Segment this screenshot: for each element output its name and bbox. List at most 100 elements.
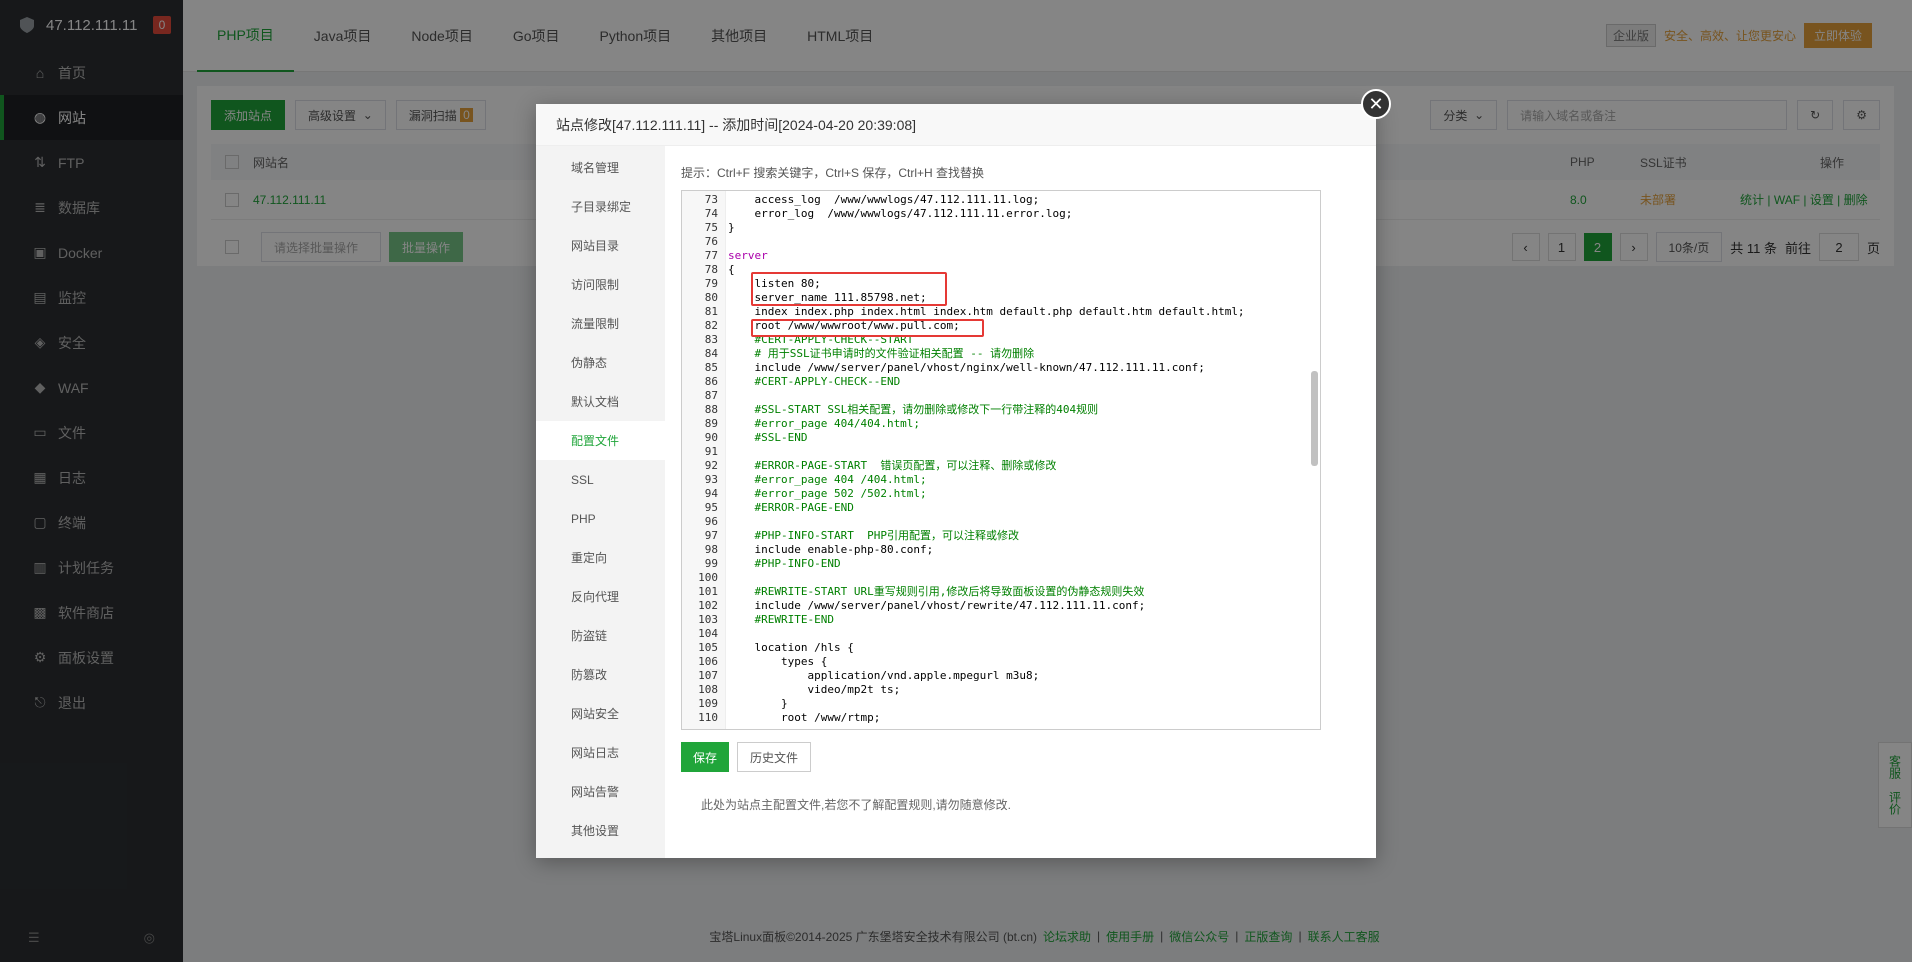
code-line: 81 index index.php index.html index.htm … bbox=[682, 305, 1310, 319]
modal-nav-item-9[interactable]: PHP bbox=[536, 499, 665, 538]
line-number: 77 bbox=[704, 249, 718, 262]
code-text: #error_page 502 /502.html; bbox=[728, 487, 927, 500]
modal-nav: 域名管理 子目录绑定 网站目录 访问限制 流量限制 伪静态 默认文档 配置文件 SSL PHP 重定… bbox=[536, 146, 665, 858]
code-line: 110 root /www/rtmp; bbox=[682, 711, 1310, 725]
save-button[interactable]: 保存 bbox=[681, 742, 730, 772]
code-text: #error_page 404/404.html; bbox=[728, 417, 921, 430]
editor-hint: 提示：Ctrl+F 搜索关键字，Ctrl+S 保存，Ctrl+H 查找替换 bbox=[681, 166, 985, 180]
history-file-button[interactable]: 历史文件 bbox=[737, 742, 812, 772]
config-file-panel: 提示：Ctrl+F 搜索关键字，Ctrl+S 保存，Ctrl+H 查找替换 73… bbox=[665, 146, 1376, 858]
modal-nav-item-4[interactable]: 流量限制 bbox=[536, 304, 665, 343]
line-number: 108 bbox=[698, 683, 718, 696]
line-number: 93 bbox=[704, 473, 718, 486]
code-line: 75} bbox=[682, 221, 1310, 235]
modal-nav-item-14[interactable]: 网站安全 bbox=[536, 694, 665, 733]
line-number: 86 bbox=[704, 375, 718, 388]
code-text: application/vnd.apple.mpegurl m3u8; bbox=[728, 669, 1040, 682]
line-number: 91 bbox=[704, 445, 718, 458]
site-edit-modal: 站点修改[47.112.111.11] -- 添加时间[2024-04-20 2… bbox=[536, 104, 1376, 858]
code-line: 102 include /www/server/panel/vhost/rewr… bbox=[682, 599, 1310, 613]
code-line: 73 access_log /www/wwwlogs/47.112.111.11… bbox=[682, 193, 1310, 207]
code-line: 108 video/mp2t ts; bbox=[682, 683, 1310, 697]
code-text: video/mp2t ts; bbox=[728, 683, 901, 696]
line-number: 74 bbox=[704, 207, 718, 220]
code-line: 89 #error_page 404/404.html; bbox=[682, 417, 1310, 431]
code-line: 99 #PHP-INFO-END bbox=[682, 557, 1310, 571]
code-line: 96 bbox=[682, 515, 1310, 529]
line-number: 73 bbox=[704, 193, 718, 206]
code-text: #SSL-START SSL相关配置，请勿删除或修改下一行带注释的404规则 bbox=[728, 403, 1099, 416]
modal-nav-item-0[interactable]: 域名管理 bbox=[536, 148, 665, 187]
line-number: 107 bbox=[698, 669, 718, 682]
modal-nav-item-16[interactable]: 网站告警 bbox=[536, 772, 665, 811]
code-line: 91 bbox=[682, 445, 1310, 459]
modal-nav-item-11[interactable]: 反向代理 bbox=[536, 577, 665, 616]
code-line: 109 } bbox=[682, 697, 1310, 711]
code-text: #PHP-INFO-START PHP引用配置，可以注释或修改 bbox=[728, 529, 1019, 542]
modal-nav-item-6[interactable]: 默认文档 bbox=[536, 382, 665, 421]
code-text: } bbox=[728, 697, 788, 710]
modal-nav-item-2[interactable]: 网站目录 bbox=[536, 226, 665, 265]
code-line: 103 #REWRITE-END bbox=[682, 613, 1310, 627]
code-line: 88 #SSL-START SSL相关配置，请勿删除或修改下一行带注释的404规… bbox=[682, 403, 1310, 417]
modal-nav-item-8[interactable]: SSL bbox=[536, 460, 665, 499]
line-number: 78 bbox=[704, 263, 718, 276]
modal-nav-item-15[interactable]: 网站日志 bbox=[536, 733, 665, 772]
line-number: 85 bbox=[704, 361, 718, 374]
code-text: server bbox=[728, 249, 768, 262]
line-number: 89 bbox=[704, 417, 718, 430]
modal-nav-item-1[interactable]: 子目录绑定 bbox=[536, 187, 665, 226]
code-text: index index.php index.html index.htm def… bbox=[728, 305, 1245, 318]
code-line: 77 server bbox=[682, 249, 1310, 263]
modal-nav-item-7[interactable]: 配置文件 bbox=[536, 421, 665, 460]
line-number: 76 bbox=[704, 235, 718, 248]
modal-nav-item-3[interactable]: 访问限制 bbox=[536, 265, 665, 304]
line-number: 95 bbox=[704, 501, 718, 514]
code-line: 101 #REWRITE-START URL重写规则引用,修改后将导致面板设置的… bbox=[682, 585, 1310, 599]
code-line: 105 location /hls { bbox=[682, 641, 1310, 655]
line-number: 87 bbox=[704, 389, 718, 402]
code-text: #PHP-INFO-END bbox=[728, 557, 841, 570]
line-number: 84 bbox=[704, 347, 718, 360]
code-text: include /www/server/panel/vhost/rewrite/… bbox=[728, 599, 1146, 612]
line-number: 92 bbox=[704, 459, 718, 472]
highlight-box-listen bbox=[751, 272, 947, 306]
code-line: 92 #ERROR-PAGE-START 错误页配置，可以注释、删除或修改 bbox=[682, 459, 1310, 473]
modal-nav-item-5[interactable]: 伪静态 bbox=[536, 343, 665, 382]
code-text: #ERROR-PAGE-START 错误页配置，可以注释、删除或修改 bbox=[728, 459, 1057, 472]
line-number: 104 bbox=[698, 627, 718, 640]
code-text: #error_page 404 /404.html; bbox=[728, 473, 927, 486]
code-text: #REWRITE-END bbox=[728, 613, 834, 626]
code-line: 106 types { bbox=[682, 655, 1310, 669]
code-text: include /www/server/panel/vhost/nginx/we… bbox=[728, 361, 1205, 374]
code-line: 84 # 用于SSL证书申请时的文件验证相关配置 -- 请勿删除 bbox=[682, 347, 1310, 361]
line-number: 101 bbox=[698, 585, 718, 598]
line-number: 82 bbox=[704, 319, 718, 332]
close-icon[interactable]: ✕ bbox=[1361, 89, 1391, 119]
highlight-box-root bbox=[751, 319, 984, 337]
code-line: 95 #ERROR-PAGE-END bbox=[682, 501, 1310, 515]
line-number: 105 bbox=[698, 641, 718, 654]
code-editor[interactable]: 73 access_log /www/wwwlogs/47.112.111.11… bbox=[681, 190, 1321, 730]
code-line: 100 bbox=[682, 571, 1310, 585]
modal-nav-item-10[interactable]: 重定向 bbox=[536, 538, 665, 577]
code-text: #ERROR-PAGE-END bbox=[728, 501, 854, 514]
modal-nav-item-13[interactable]: 防篡改 bbox=[536, 655, 665, 694]
line-number: 90 bbox=[704, 431, 718, 444]
line-number: 100 bbox=[698, 571, 718, 584]
code-line: 76 bbox=[682, 235, 1310, 249]
modal-nav-item-12[interactable]: 防盗链 bbox=[536, 616, 665, 655]
modal-nav-item-17[interactable]: 其他设置 bbox=[536, 811, 665, 850]
code-text: location /hls { bbox=[728, 641, 854, 654]
editor-scrollbar[interactable] bbox=[1311, 371, 1318, 466]
modal-title: 站点修改[47.112.111.11] -- 添加时间[2024-04-20 2… bbox=[536, 104, 1376, 146]
code-line: 98 include enable-php-80.conf; bbox=[682, 543, 1310, 557]
code-text: #SSL-END bbox=[728, 431, 808, 444]
code-line: 87 bbox=[682, 389, 1310, 403]
